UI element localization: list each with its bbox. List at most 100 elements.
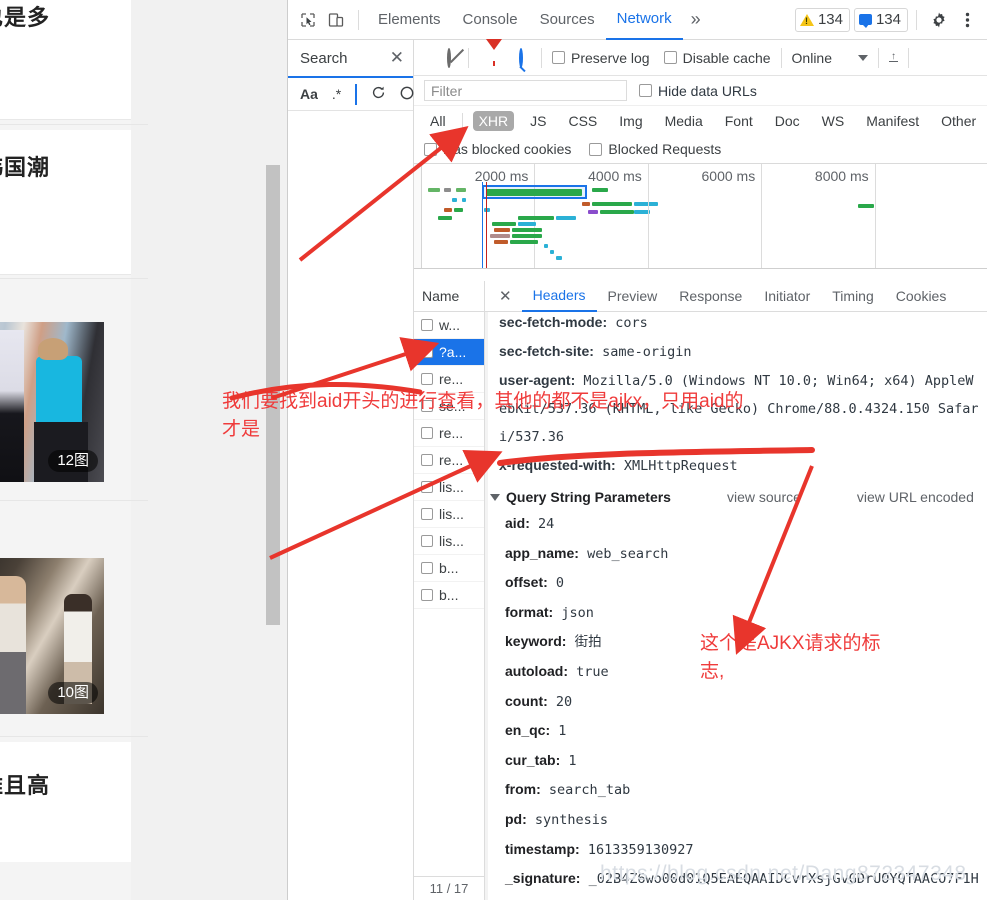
close-icon[interactable]: ✕ [390, 48, 404, 68]
search-input[interactable] [355, 83, 358, 105]
import-export-icon[interactable]: ↑ [889, 52, 898, 62]
type-filter-font[interactable]: Font [719, 111, 759, 131]
clear-network-log-icon[interactable] [440, 47, 458, 68]
search-icon[interactable] [511, 47, 531, 68]
row-checkbox[interactable] [421, 562, 433, 574]
header-value: ebKit/537.36 (KHTML, like Gecko) Chrome/… [499, 401, 979, 417]
hide-data-urls-checkbox[interactable]: Hide data URLs [639, 83, 757, 99]
page-scrollbar-thumb[interactable] [266, 165, 280, 625]
view-source-link[interactable]: view source [727, 489, 801, 505]
query-param-row: count: 20 [505, 687, 987, 717]
checkbox-box [639, 84, 652, 97]
query-param-row: offset: 0 [505, 568, 987, 598]
query-string-section-header[interactable]: Query String Parameters view source view… [490, 489, 987, 505]
watermark: https://blog.csdn.net/Dang872347348 [600, 862, 967, 885]
image-count-badge: 10图 [48, 682, 98, 704]
row-checkbox[interactable] [421, 508, 433, 520]
type-filter-doc[interactable]: Doc [769, 111, 806, 131]
page-right-blank-pane [131, 0, 287, 900]
filter-funnel-icon[interactable] [479, 38, 509, 66]
checkbox-box [424, 142, 437, 156]
page-thumbnail[interactable]: 10图 [0, 558, 104, 714]
request-row[interactable]: b... [414, 582, 484, 609]
page-thumbnail[interactable]: 12图 [0, 322, 104, 482]
kebab-menu-icon[interactable] [953, 6, 981, 34]
type-filter-media[interactable]: Media [659, 111, 709, 131]
row-checkbox[interactable] [421, 589, 433, 601]
warning-count-badge[interactable]: 134 [794, 7, 850, 32]
request-name: ?a... [439, 344, 467, 360]
request-row-selected[interactable]: ?a... [414, 339, 484, 366]
type-filter-other[interactable]: Other [935, 111, 982, 131]
page-article-3[interactable]: 优雅且高 [0, 742, 131, 862]
disable-cache-checkbox[interactable]: Disable cache [663, 50, 771, 66]
request-row[interactable]: re... [414, 447, 484, 474]
type-filter-manifest[interactable]: Manifest [860, 111, 925, 131]
view-url-encoded-link[interactable]: view URL encoded [857, 489, 974, 505]
type-filter-img[interactable]: Img [613, 111, 648, 131]
blocked-requests-checkbox[interactable]: Blocked Requests [589, 141, 721, 157]
row-checkbox[interactable] [421, 454, 433, 466]
request-name: lis... [439, 506, 464, 522]
query-string-title[interactable]: Query String Parameters [490, 489, 671, 505]
type-filter-js[interactable]: JS [524, 111, 552, 131]
request-row[interactable]: re... [414, 366, 484, 393]
request-list-header[interactable]: Name [414, 281, 484, 312]
query-param-row: en_qc: 1 [505, 716, 987, 746]
network-overview-timeline[interactable]: 2000 ms 4000 ms 6000 ms 8000 ms [414, 164, 987, 269]
tab-initiator[interactable]: Initiator [753, 281, 821, 312]
type-filter-css[interactable]: CSS [562, 111, 603, 131]
clear-icon[interactable] [400, 86, 414, 103]
row-checkbox[interactable] [421, 427, 433, 439]
param-key: count: [505, 692, 548, 709]
type-filter-all[interactable]: All [424, 111, 452, 131]
toolbar-separator [908, 47, 909, 68]
tab-response[interactable]: Response [668, 281, 753, 312]
preserve-log-checkbox[interactable]: Preserve log [552, 50, 650, 66]
has-blocked-cookies-checkbox[interactable]: Has blocked cookies [424, 141, 571, 157]
tab-sources[interactable]: Sources [529, 0, 606, 40]
page-article-2[interactable]: 输韩国潮 [0, 130, 131, 275]
page-article-1[interactable]: 活也是多 [0, 0, 131, 120]
filter-input[interactable]: Filter [424, 80, 627, 101]
more-tabs-chevron-icon[interactable]: » [683, 9, 709, 30]
search-drawer-toolbar: Aa .* [288, 78, 414, 111]
tab-timing[interactable]: Timing [821, 281, 885, 312]
request-row[interactable]: w... [414, 312, 484, 339]
close-icon[interactable]: ✕ [489, 287, 522, 305]
message-count: 134 [875, 11, 901, 28]
message-count-badge[interactable]: 134 [853, 7, 908, 32]
refresh-icon[interactable] [371, 85, 386, 103]
overview-segment: 6000 ms [649, 164, 763, 268]
row-checkbox[interactable] [421, 535, 433, 547]
match-case-icon[interactable]: Aa [300, 86, 318, 102]
tab-headers[interactable]: Headers [521, 281, 597, 312]
tab-network[interactable]: Network [605, 0, 683, 40]
overview-segment: 4000 ms [535, 164, 649, 268]
row-checkbox[interactable] [421, 346, 433, 358]
request-row[interactable]: se... [414, 393, 484, 420]
tab-elements[interactable]: Elements [367, 0, 452, 40]
request-row[interactable]: lis... [414, 501, 484, 528]
regex-icon[interactable]: .* [332, 86, 341, 102]
device-toolbar-icon[interactable] [322, 6, 350, 34]
type-filter-ws[interactable]: WS [816, 111, 851, 131]
tab-preview[interactable]: Preview [597, 281, 669, 312]
gear-icon[interactable] [925, 6, 953, 34]
type-filter-xhr[interactable]: XHR [472, 110, 515, 131]
row-checkbox[interactable] [421, 400, 433, 412]
request-row[interactable]: lis... [414, 474, 484, 501]
throttling-select[interactable]: Online [792, 50, 868, 66]
row-checkbox[interactable] [421, 373, 433, 385]
request-row[interactable]: lis... [414, 528, 484, 555]
param-key: cur_tab: [505, 751, 561, 768]
row-checkbox[interactable] [421, 481, 433, 493]
tab-console[interactable]: Console [452, 0, 529, 40]
header-key: sec-fetch-mode: [499, 314, 608, 330]
row-checkbox[interactable] [421, 319, 433, 331]
page-article-title: 输韩国潮 [0, 155, 51, 180]
tab-cookies[interactable]: Cookies [885, 281, 958, 312]
request-row[interactable]: re... [414, 420, 484, 447]
inspect-element-icon[interactable] [294, 6, 322, 34]
request-row[interactable]: b... [414, 555, 484, 582]
